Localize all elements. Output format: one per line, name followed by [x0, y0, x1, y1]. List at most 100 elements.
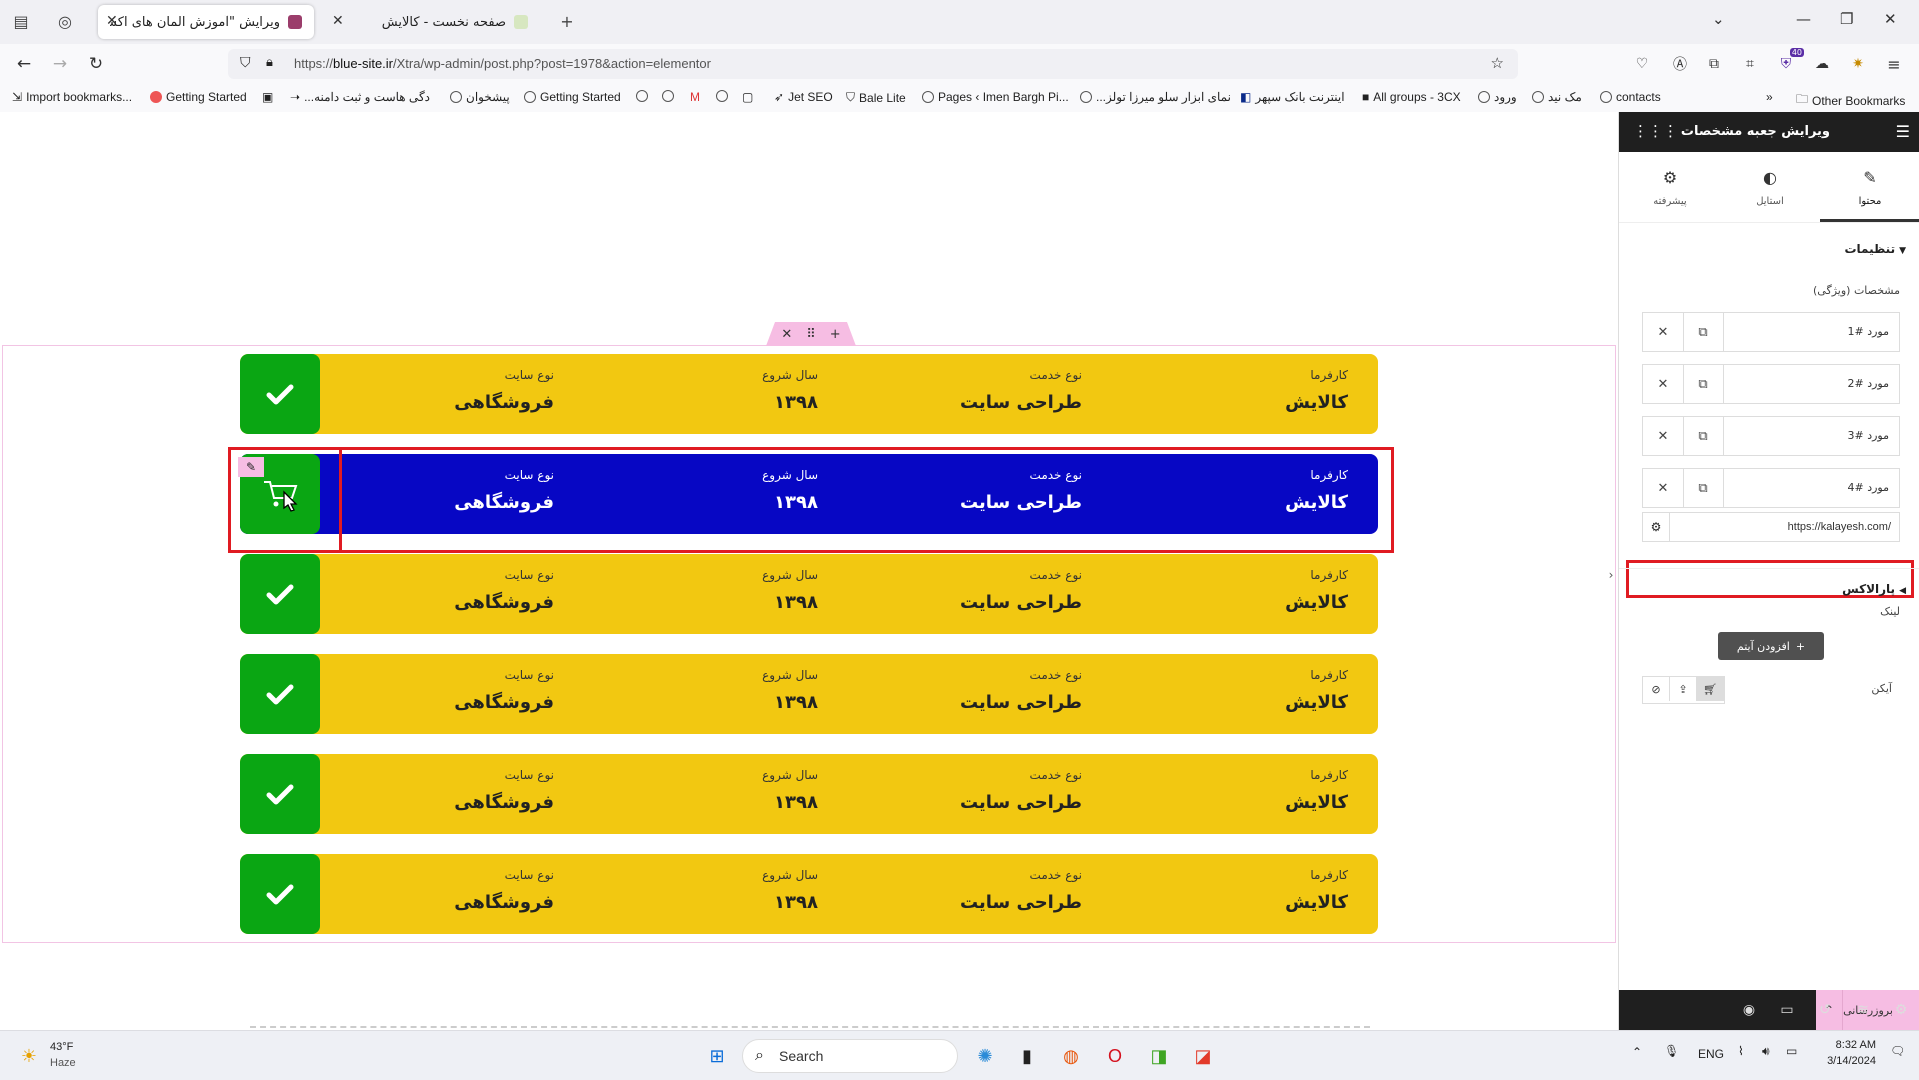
- tab-close-icon[interactable]: ✕: [332, 13, 344, 29]
- bookmarks-overflow-icon[interactable]: »: [1766, 90, 1773, 104]
- repeater-item[interactable]: مورد #1 ⧉ ✕: [1642, 312, 1900, 352]
- clock-date[interactable]: 3/14/2024: [1820, 1055, 1876, 1067]
- bookmark-item[interactable]: ⇲ Import bookmarks...: [12, 90, 132, 104]
- tab-elementor-editor[interactable]: ویرایش "آموزش المان های اکسترا - ... ✕: [98, 5, 314, 39]
- tab-close-icon[interactable]: ✕: [106, 13, 118, 29]
- extensions-icon[interactable]: ⧉: [1702, 52, 1726, 76]
- repeater-item[interactable]: مورد #2 ⧉ ✕: [1642, 364, 1900, 404]
- repeater-item[interactable]: مورد #4 ⧉ ✕: [1642, 468, 1900, 508]
- bookmark-item[interactable]: پیشخوان: [450, 90, 510, 104]
- crop-icon[interactable]: ⌗: [1738, 52, 1762, 76]
- weather-icon[interactable]: ☀: [14, 1041, 44, 1071]
- task-view-icon[interactable]: ▮: [1012, 1041, 1042, 1071]
- spec-box-row[interactable]: کارفرما کالایش نوع خدمت طراحی سایت سال ش…: [240, 854, 1378, 934]
- reload-icon[interactable]: ↻: [84, 52, 108, 76]
- copilot-icon[interactable]: ✺: [970, 1041, 1000, 1071]
- bookmark-item[interactable]: ◧ اینترنت بانک سپهر: [1240, 90, 1345, 104]
- tab-home[interactable]: صفحه نخست - کالایش ✕: [324, 5, 540, 39]
- bookmark-item[interactable]: Pages ‹ Imen Bargh Pi...: [922, 90, 1069, 104]
- spec-box-row[interactable]: کارفرما کالایش نوع خدمت طراحی سایت سال ش…: [240, 654, 1378, 734]
- spec-box-row[interactable]: کارفرما کالایش نوع خدمت طراحی سایت سال ش…: [240, 754, 1378, 834]
- bookmark-item[interactable]: مک نید: [1532, 90, 1582, 104]
- duplicate-icon[interactable]: ⧉: [1683, 417, 1724, 455]
- edit-widget-icon[interactable]: ✎: [238, 457, 264, 477]
- section-parallax-toggle[interactable]: ◀پارالاکس: [1842, 582, 1906, 596]
- tab-overflow-icon[interactable]: ⌄: [1712, 10, 1725, 28]
- history-icon[interactable]: ↺: [1815, 1000, 1835, 1020]
- spec-box-row[interactable]: کارفرما کالایش نوع خدمت طراحی سایت سال ش…: [240, 354, 1378, 434]
- cloud-icon[interactable]: ☁: [1810, 52, 1834, 76]
- tab-list-icon[interactable]: ▤: [10, 10, 32, 32]
- volume-icon[interactable]: 🔊︎: [1762, 1044, 1770, 1059]
- extension-badge-icon[interactable]: ⛨ 40: [1774, 48, 1804, 76]
- recorder-icon[interactable]: ◪: [1188, 1041, 1218, 1071]
- upload-icon[interactable]: ⇪: [1670, 677, 1697, 701]
- close-window-icon[interactable]: ✕: [1884, 10, 1897, 28]
- opera-icon[interactable]: O: [1100, 1041, 1130, 1071]
- cart-icon[interactable]: 🛒︎: [1697, 677, 1724, 701]
- icon-box[interactable]: [240, 754, 320, 834]
- duplicate-icon[interactable]: ⧉: [1683, 365, 1724, 403]
- minimize-icon[interactable]: —: [1796, 10, 1811, 28]
- icon-box[interactable]: [240, 354, 320, 434]
- bookmark-item[interactable]: ⛉ Bale Lite: [846, 90, 906, 105]
- bookmark-item[interactable]: ...نمای ابزار سلو میرزا تولز: [1080, 90, 1231, 104]
- shield-icon[interactable]: ⛉: [240, 55, 251, 71]
- drag-section-icon[interactable]: ⠿: [806, 327, 816, 342]
- add-section-icon[interactable]: +: [830, 327, 841, 342]
- windows-start-icon[interactable]: ⊞: [702, 1041, 732, 1071]
- menu-icon[interactable]: ≡: [1882, 52, 1906, 76]
- panel-collapse-icon[interactable]: ›: [1604, 560, 1618, 590]
- tab-content[interactable]: ✎ محتوا: [1820, 152, 1919, 222]
- duplicate-icon[interactable]: ⧉: [1683, 313, 1724, 351]
- repeater-item[interactable]: مورد #3 ⧉ ✕: [1642, 416, 1900, 456]
- bookmark-item[interactable]: ورود: [1478, 90, 1517, 104]
- remove-icon[interactable]: ✕: [1643, 469, 1684, 507]
- forward-icon[interactable]: →: [48, 52, 72, 76]
- add-item-button[interactable]: + افزودن آیتم: [1718, 632, 1824, 660]
- section-handle[interactable]: ✕ ⠿ +: [766, 322, 856, 346]
- bookmark-item[interactable]: ➝ ...دگی هاست و ثبت دامنه: [290, 90, 430, 104]
- widgets-grid-icon[interactable]: ⋮⋮⋮: [1633, 122, 1678, 140]
- bookmark-item[interactable]: Getting Started: [524, 90, 621, 104]
- address-bar[interactable]: ⛉ 🔒︎ https://blue-site.ir/Xtra/wp-admin/…: [228, 49, 1518, 79]
- language-indicator[interactable]: ENG: [1698, 1047, 1724, 1061]
- no-icon[interactable]: ⊘: [1643, 677, 1670, 701]
- spec-box-row[interactable]: کارفرما کالایش نوع خدمت طراحی سایت سال ش…: [240, 554, 1378, 634]
- firefox-taskbar-icon[interactable]: ◍: [1056, 1041, 1086, 1071]
- bookmark-item[interactable]: ➶ Jet SEO: [774, 90, 833, 104]
- bookmark-item[interactable]: Getting Started: [150, 90, 247, 104]
- new-tab-icon[interactable]: +: [556, 10, 578, 32]
- restore-icon[interactable]: ❐: [1840, 10, 1853, 28]
- bookmark-item[interactable]: [662, 90, 674, 102]
- microphone-icon[interactable]: 🎙︎: [1664, 1044, 1679, 1058]
- responsive-icon[interactable]: ▭: [1777, 1000, 1797, 1020]
- link-input[interactable]: https://kalayesh.com/ ⚙: [1642, 512, 1900, 542]
- tab-style[interactable]: ◐ استایل: [1720, 152, 1820, 222]
- back-icon[interactable]: ←: [12, 52, 36, 76]
- remove-icon[interactable]: ✕: [1643, 365, 1684, 403]
- bookmark-item[interactable]: contacts: [1600, 90, 1661, 104]
- bookmark-item[interactable]: ▢: [742, 90, 753, 104]
- bookmark-star-icon[interactable]: ☆: [1491, 54, 1504, 72]
- account-icon[interactable]: Ⓐ: [1668, 52, 1692, 76]
- tray-overflow-icon[interactable]: ⌃: [1632, 1045, 1642, 1059]
- section-settings-toggle[interactable]: ▼تنظیمات: [1844, 242, 1906, 256]
- eye-icon[interactable]: ◉: [1739, 1000, 1759, 1020]
- settings-extension-icon[interactable]: ✷: [1846, 52, 1870, 76]
- hamburger-icon[interactable]: ☰: [1896, 122, 1910, 141]
- delete-section-icon[interactable]: ✕: [781, 327, 792, 342]
- duplicate-icon[interactable]: ⧉: [1683, 469, 1724, 507]
- lock-icon[interactable]: 🔒︎: [266, 55, 273, 70]
- pocket-icon[interactable]: ♡: [1630, 52, 1654, 76]
- battery-icon[interactable]: ▭: [1786, 1044, 1797, 1058]
- notification-icon[interactable]: 🗨︎: [1890, 1044, 1905, 1058]
- other-bookmarks[interactable]: 🗀 Other Bookmarks: [1796, 90, 1905, 111]
- camtasia-icon[interactable]: ◨: [1144, 1041, 1174, 1071]
- clock-time[interactable]: 8:32 AM: [1820, 1039, 1876, 1051]
- bookmark-item[interactable]: ▣: [262, 90, 273, 104]
- icon-box[interactable]: [240, 554, 320, 634]
- icon-box[interactable]: [240, 854, 320, 934]
- tab-advanced[interactable]: ⚙ پیشرفته: [1620, 152, 1720, 222]
- settings-icon[interactable]: ⚙: [1891, 1000, 1911, 1020]
